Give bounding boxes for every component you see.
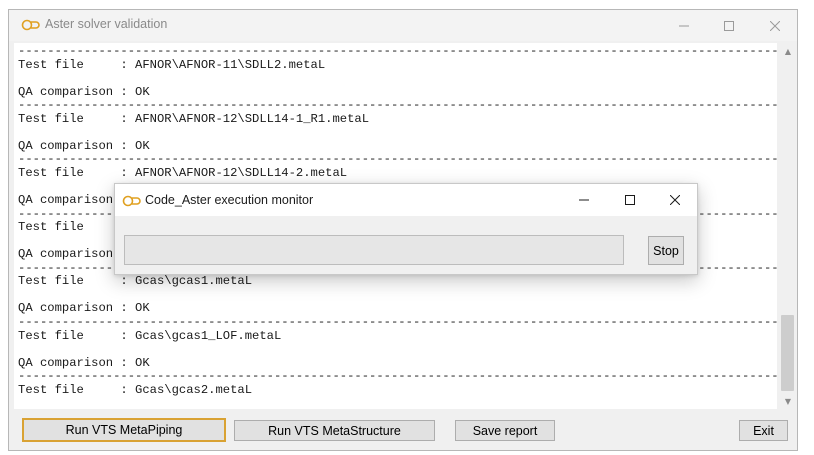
maximize-icon — [724, 20, 734, 31]
vertical-scrollbar[interactable]: ▲ ▼ — [779, 43, 797, 409]
maximize-button[interactable] — [706, 10, 752, 41]
log-line: QA comparison : OK — [18, 138, 150, 153]
log-separator: ----------------------------------------… — [18, 315, 777, 329]
log-line: Test file : Gcas\gcas1.metaL — [18, 274, 253, 289]
dialog-titlebar[interactable]: Code_Aster execution monitor — [115, 184, 697, 216]
log-separator: ----------------------------------------… — [18, 44, 777, 58]
save-report-button[interactable]: Save report — [455, 420, 555, 441]
log-line: Test file : AFNOR\AFNOR-12\SDLL14-2.meta… — [18, 165, 348, 180]
log-line: Test file : Gcas\gcas2.metaL — [18, 382, 253, 397]
dialog-maximize-button[interactable] — [607, 184, 653, 216]
log-line: QA comparison : OK — [18, 84, 150, 99]
dialog-close-button[interactable] — [652, 184, 698, 216]
log-line: Test file : AFNOR\AFNOR-12\SDLL14-1_R1.m… — [18, 111, 370, 126]
run-metastructure-button[interactable]: Run VTS MetaStructure — [234, 420, 435, 441]
execution-monitor-dialog: Code_Aster execution monitor Stop — [114, 183, 698, 275]
scroll-down-arrow-icon[interactable]: ▼ — [779, 393, 797, 409]
main-titlebar[interactable]: Aster solver validation — [9, 10, 797, 41]
log-line: QA comparison : OK — [18, 355, 150, 370]
close-icon — [770, 20, 780, 31]
log-separator: ----------------------------------------… — [18, 152, 777, 167]
minimize-icon — [579, 199, 589, 201]
scroll-up-arrow-icon[interactable]: ▲ — [779, 43, 797, 59]
stop-button[interactable]: Stop — [648, 236, 684, 265]
window-title: Aster solver validation — [45, 17, 168, 31]
log-line: Test file : AFNOR\AFNOR-11\SDLL2.metaL — [18, 57, 326, 72]
run-metapiping-button[interactable]: Run VTS MetaPiping — [22, 418, 226, 442]
scroll-thumb[interactable] — [781, 315, 794, 391]
log-line: Test file : Gcas\gcas1_LOF.metaL — [18, 328, 282, 343]
log-separator: ----------------------------------------… — [18, 98, 777, 113]
minimize-icon — [679, 25, 689, 26]
dialog-title: Code_Aster execution monitor — [145, 193, 314, 207]
close-icon — [670, 195, 680, 205]
minimize-button[interactable] — [661, 10, 707, 41]
exit-button[interactable]: Exit — [739, 420, 788, 441]
desktop-background: Aster solver validation ----------------… — [0, 0, 814, 455]
log-separator: ----------------------------------------… — [18, 369, 777, 384]
dialog-app-icon — [122, 195, 141, 207]
close-button[interactable] — [752, 10, 798, 41]
dialog-minimize-button[interactable] — [561, 184, 607, 216]
maximize-icon — [625, 195, 635, 205]
log-line: QA comparison : OK — [18, 301, 150, 316]
app-icon — [21, 19, 40, 31]
execution-progress-bar — [124, 235, 624, 265]
